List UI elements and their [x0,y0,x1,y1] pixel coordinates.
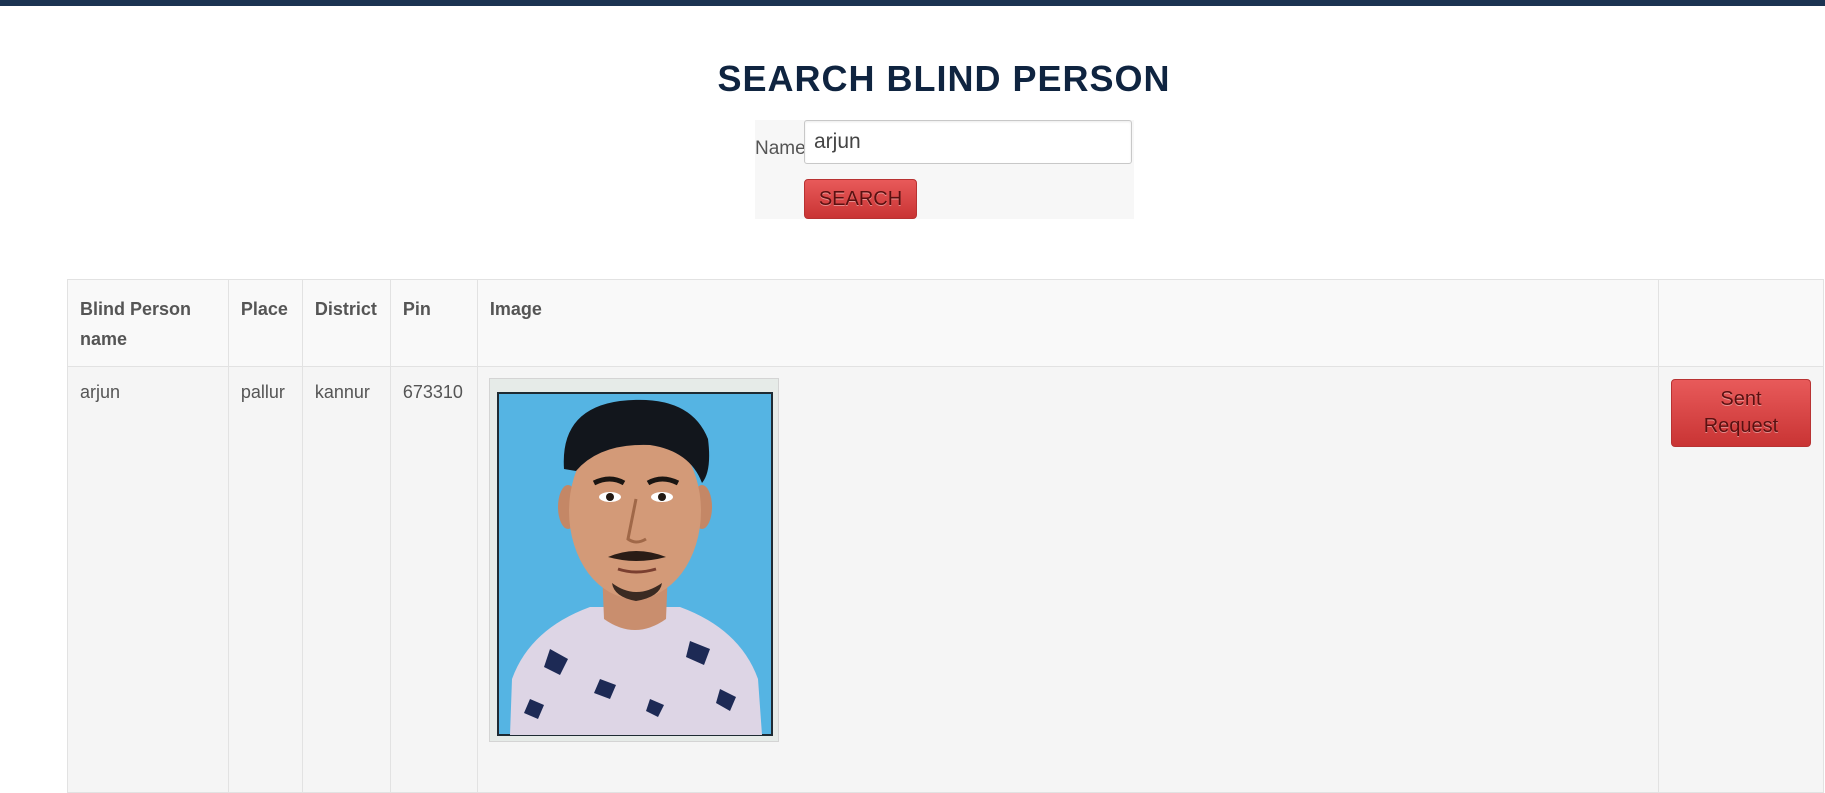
header-blind-person-name: Blind Person name [67,279,229,367]
cell-district: kannur [301,366,391,793]
header-district: District [301,279,391,367]
top-bar [0,0,1825,6]
header-place: Place [227,279,303,367]
sent-request-button[interactable]: Sent Request [1670,379,1811,447]
search-button[interactable]: SEARCH [804,179,917,219]
header-image: Image [476,279,1659,367]
header-pin: Pin [389,279,478,367]
person-photo-illustration [489,379,778,741]
name-label: Name [755,138,806,159]
page-title: SEARCH BLIND PERSON [717,58,1171,99]
table-row: arjun pallur kannur 673310 Sent Request [67,366,1825,793]
cell-action: Sent Request [1657,366,1825,793]
cell-name: arjun [67,366,229,793]
cell-image [476,366,1659,793]
table-header-row: Blind Person name Place District Pin Ima… [67,279,1825,367]
results-table: Blind Person name Place District Pin Ima… [67,279,1825,793]
header-action [1657,279,1825,367]
search-form: Name SEARCH [755,120,1134,219]
cell-pin: 673310 [389,366,478,793]
name-search-input[interactable] [804,120,1132,164]
person-photo [489,379,778,741]
cell-place: pallur [227,366,303,793]
